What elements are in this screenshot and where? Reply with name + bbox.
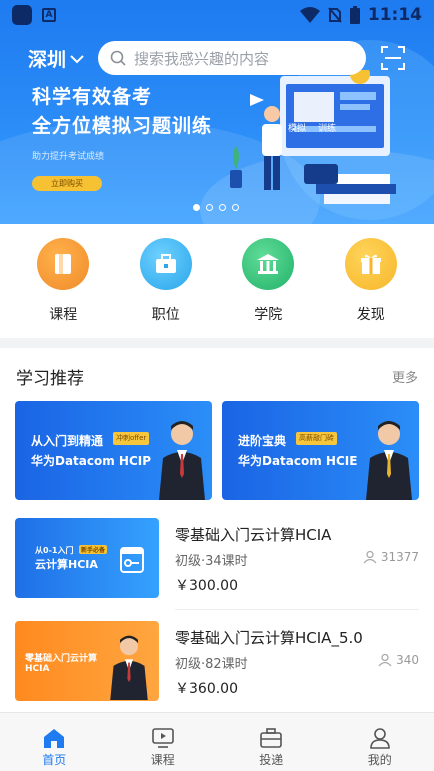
- instructor-photo: [366, 421, 412, 500]
- school-icon: [242, 238, 295, 290]
- briefcase-icon: [139, 238, 192, 290]
- status-bar: A 11:14: [0, 0, 434, 30]
- buy-now-button[interactable]: 立即购买: [32, 176, 102, 191]
- course-level: 初级·82课时: [175, 657, 248, 672]
- nav-discover-label: 发现: [356, 307, 385, 323]
- banner-title-line2: 全方位模拟习题训练: [32, 115, 213, 137]
- tab-apply-label: 投递: [259, 753, 284, 767]
- briefcase-icon: [260, 728, 283, 748]
- promo-line2: 华为Datacom HCIE: [238, 454, 358, 468]
- nav-courses[interactable]: 课程: [18, 224, 108, 338]
- app-screen: 模拟 训练 A 11:14 深圳 搜索我感兴趣的内容 科学有效备考 全方位模拟习…: [0, 0, 434, 771]
- banner-illustration: [230, 70, 396, 204]
- carousel-dot[interactable]: [219, 204, 226, 211]
- cloud-device-icon: [120, 547, 144, 573]
- thumb-tag: 新手必备: [79, 545, 108, 554]
- search-icon: [110, 50, 126, 66]
- promo-line1: 进阶宝典: [238, 434, 287, 448]
- course-item[interactable]: 从0-1入门 新手必备 云计算HCIA 零基础入门云计算HCIA 初级·34课时…: [15, 518, 419, 598]
- chevron-down-icon: [70, 54, 84, 63]
- bottom-tab-bar: 首页 课程 投递 我的: [0, 712, 434, 771]
- promo-tag: 冲刺offer: [113, 432, 150, 445]
- section-separator: [0, 338, 434, 348]
- promo-card-hcie[interactable]: 进阶宝典 高薪敲门砖 华为Datacom HCIE: [222, 401, 419, 500]
- user-icon: [363, 550, 377, 564]
- section-title: 学习推荐: [16, 369, 84, 389]
- course-title: 零基础入门云计算HCIA: [175, 526, 332, 544]
- city-name: 深圳: [28, 49, 67, 71]
- promo-tag: 高薪敲门砖: [296, 432, 337, 445]
- nav-academy-label: 学院: [254, 307, 283, 323]
- video-icon: [151, 728, 174, 748]
- course-level: 初级·34课时: [175, 554, 248, 569]
- home-icon: [44, 729, 65, 748]
- banner-subtitle: 助力提升考试成绩: [32, 152, 105, 162]
- tab-courses-label: 课程: [150, 753, 175, 767]
- carousel-dot[interactable]: [193, 204, 200, 211]
- tab-apply[interactable]: 投递: [217, 713, 326, 771]
- divider: [175, 609, 419, 610]
- a-notification-icon: A: [42, 8, 56, 22]
- thumb-line2: 云计算HCIA: [35, 558, 98, 571]
- instructor-photo: [159, 421, 205, 500]
- tab-profile-label: 我的: [367, 753, 392, 767]
- thumb-line1: 从0-1入门: [35, 546, 74, 555]
- thumb-line2: HCIA: [25, 664, 50, 674]
- banner-title-line1: 科学有效备考: [32, 86, 153, 108]
- book-icon: [37, 238, 90, 290]
- course-price: ￥300.00: [175, 578, 238, 594]
- quick-nav: 课程 职位 学院 发现: [0, 224, 434, 338]
- no-sim-icon: [328, 7, 342, 23]
- more-link[interactable]: 更多: [392, 367, 418, 386]
- course-title: 零基础入门云计算HCIA_5.0: [175, 629, 363, 647]
- battery-icon: [349, 6, 360, 24]
- scan-icon[interactable]: [380, 45, 406, 71]
- app-notification-icon: [12, 5, 32, 25]
- enrollment-count: 340: [378, 653, 419, 667]
- screen-label-train: 训练: [318, 124, 337, 134]
- user-icon: [378, 653, 392, 667]
- carousel-dot[interactable]: [206, 204, 213, 211]
- enrollment-number: 340: [396, 653, 419, 667]
- instructor-photo: [110, 635, 148, 701]
- course-thumbnail: 零基础入门云计算 HCIA: [15, 621, 159, 701]
- tab-courses[interactable]: 课程: [109, 713, 218, 771]
- screen-label-simulate: 模拟: [288, 124, 307, 134]
- promo-line1: 从入门到精通: [31, 434, 104, 448]
- tab-home-label: 首页: [42, 753, 67, 767]
- course-price: ￥360.00: [175, 681, 238, 697]
- thumb-line1: 零基础入门云计算: [25, 654, 98, 664]
- city-selector[interactable]: 深圳: [28, 45, 84, 72]
- promo-line2: 华为Datacom HCIP: [31, 454, 152, 468]
- nav-jobs-label: 职位: [151, 307, 180, 323]
- nav-discover[interactable]: 发现: [326, 224, 416, 338]
- nav-courses-label: 课程: [49, 307, 78, 323]
- nav-academy[interactable]: 学院: [223, 224, 313, 338]
- search-placeholder: 搜索我感兴趣的内容: [134, 49, 270, 68]
- enrollment-number: 31377: [380, 550, 419, 564]
- tab-home[interactable]: 首页: [0, 713, 109, 771]
- status-time: 11:14: [367, 5, 422, 25]
- carousel-dot[interactable]: [232, 204, 239, 211]
- gift-icon: [344, 238, 397, 290]
- banner-carousel[interactable]: 模拟 训练 A 11:14 深圳 搜索我感兴趣的内容 科学有效备考 全方位模拟习…: [0, 0, 434, 224]
- course-item[interactable]: 零基础入门云计算 HCIA 零基础入门云计算HCIA_5.0 初级·82课时 3…: [15, 621, 419, 701]
- wifi-icon: [299, 7, 320, 23]
- enrollment-count: 31377: [363, 550, 419, 564]
- user-icon: [369, 728, 390, 749]
- nav-jobs[interactable]: 职位: [121, 224, 211, 338]
- tab-profile[interactable]: 我的: [326, 713, 434, 771]
- course-thumbnail: 从0-1入门 新手必备 云计算HCIA: [15, 518, 159, 598]
- search-bar[interactable]: 搜索我感兴趣的内容: [98, 41, 366, 75]
- promo-card-hcip[interactable]: 从入门到精通 冲刺offer 华为Datacom HCIP: [15, 401, 212, 500]
- carousel-indicator: [193, 204, 239, 211]
